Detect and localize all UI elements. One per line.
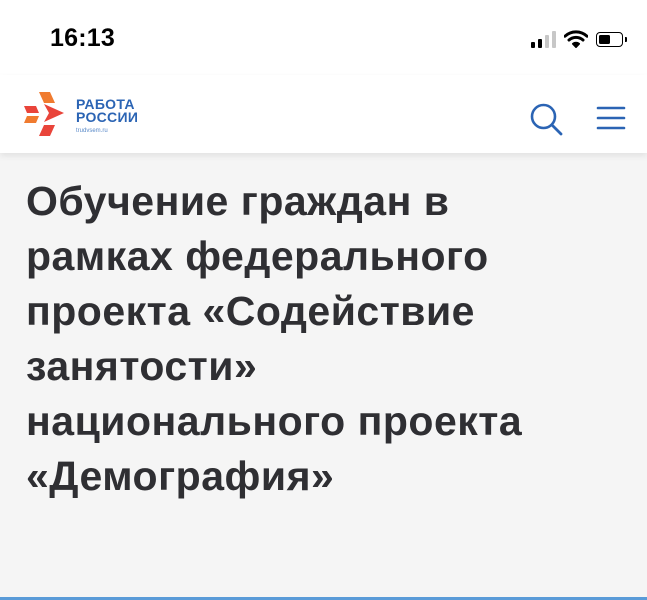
status-bar: 16:13	[0, 0, 647, 75]
site-header: РАБОТА РОССИИ trudvsem.ru	[0, 75, 647, 153]
menu-button[interactable]	[595, 103, 627, 133]
status-icons	[531, 28, 627, 50]
search-button[interactable]	[528, 101, 564, 137]
page-title: Обучение граждан в рамках федерального п…	[26, 174, 636, 504]
page-title-line: Обучение граждан в	[26, 178, 450, 224]
logo-domain: trudvsem.ru	[76, 128, 108, 134]
cellular-signal-icon	[531, 30, 556, 48]
page-title-line: рамках федерального	[26, 233, 489, 279]
status-time: 16:13	[50, 24, 115, 52]
hamburger-menu-icon	[596, 106, 626, 130]
search-icon	[530, 103, 563, 136]
rabota-rossii-logo-icon	[24, 92, 64, 136]
page-title-line: проекта «Содействие	[26, 288, 475, 334]
page-title-line: «Демография»	[26, 453, 335, 499]
site-logo[interactable]: РАБОТА РОССИИ trudvsem.ru	[22, 90, 138, 138]
page-title-line: национального проекта	[26, 398, 523, 444]
battery-icon	[596, 31, 627, 47]
logo-line-2: РОССИИ	[76, 109, 139, 125]
wifi-icon	[564, 30, 588, 48]
page-title-line: занятости»	[26, 343, 258, 389]
main-content: Обучение граждан в рамках федерального п…	[0, 153, 647, 600]
